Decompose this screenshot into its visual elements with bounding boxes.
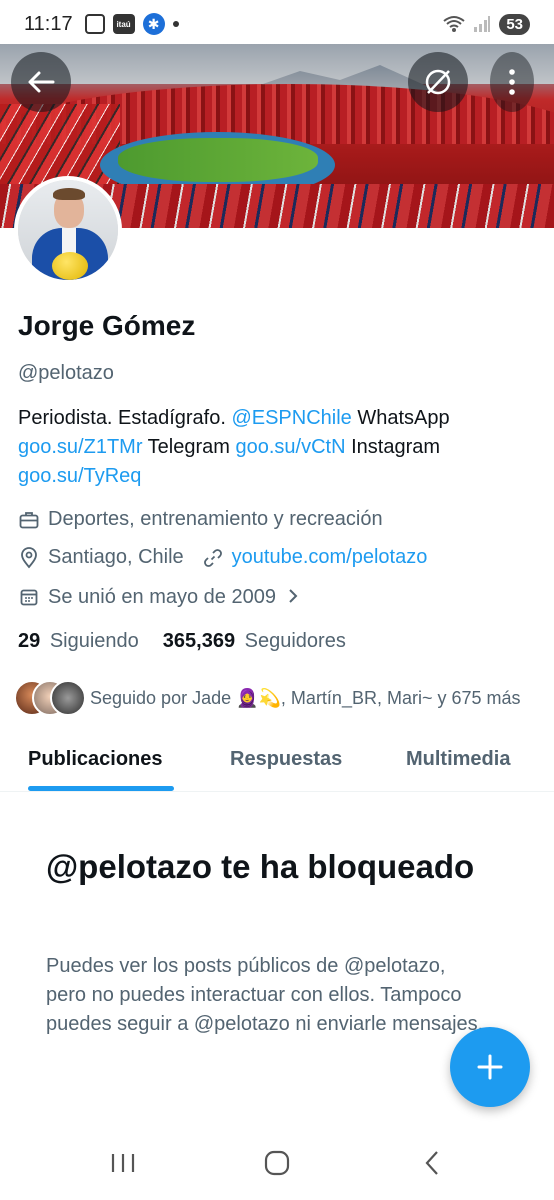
followers-link[interactable]: 365,369 Seguidores bbox=[163, 630, 346, 653]
bio-whatsapp-link[interactable]: goo.su/Z1TMr bbox=[18, 436, 142, 458]
profile-location: Santiago, Chile bbox=[48, 546, 184, 568]
avatar-ball bbox=[52, 252, 88, 280]
profile-avatar[interactable] bbox=[14, 176, 122, 284]
back-button[interactable] bbox=[11, 52, 71, 112]
more-notifications-dot-icon bbox=[172, 21, 179, 27]
profile-location-row: Santiago, Chile youtube.com/pelotazo bbox=[18, 546, 427, 569]
home-button[interactable] bbox=[264, 1150, 290, 1181]
profile-name: Jorge Gómez bbox=[18, 310, 196, 341]
blocked-description: Puedes ver los posts públicos de @pelota… bbox=[46, 955, 484, 1035]
followed-by-row[interactable]: Seguido por Jade 🧕💫, Martín_BR, Mari~ y … bbox=[14, 680, 521, 716]
profile-joined-row[interactable]: Se unió en mayo de 2009 bbox=[18, 584, 298, 610]
back-nav-button[interactable] bbox=[422, 1150, 442, 1181]
screenshot-icon bbox=[84, 14, 105, 34]
more-vertical-icon bbox=[509, 69, 515, 95]
followed-by-text: Seguido por Jade 🧕💫, Martín_BR, Mari~ y … bbox=[90, 687, 521, 708]
profile-handle: @pelotazo bbox=[18, 362, 114, 384]
bio-mention-link[interactable]: @ESPNChile bbox=[231, 407, 351, 429]
calendar-icon bbox=[18, 586, 40, 608]
profile-tabs: Publicaciones Respuestas Multimedia bbox=[0, 734, 554, 792]
followers-count: 365,369 bbox=[162, 630, 236, 652]
banner-field bbox=[118, 138, 318, 182]
follow-counts: 29 Siguiendo 365,369 Seguidores bbox=[18, 630, 346, 653]
plus-icon bbox=[477, 1054, 503, 1080]
battery-indicator: 53 bbox=[499, 13, 530, 35]
blocked-title: @pelotazo te ha bloqueado bbox=[46, 848, 475, 885]
status-time: 11:17 bbox=[24, 12, 73, 35]
chevron-right-icon bbox=[288, 584, 298, 610]
bio-text: Telegram bbox=[142, 436, 236, 458]
bio-instagram-link[interactable]: goo.su/TyReq bbox=[18, 465, 141, 487]
bio-text: Periodista. Estadígrafo. bbox=[18, 407, 232, 429]
grok-compass-icon bbox=[425, 69, 451, 95]
following-count: 29 bbox=[18, 630, 41, 652]
avatar bbox=[50, 680, 86, 716]
status-notification-icons: itaú ✱ bbox=[84, 13, 179, 35]
followed-by-avatars bbox=[14, 680, 86, 716]
compose-button[interactable] bbox=[450, 1027, 530, 1107]
bio-text: WhatsApp bbox=[351, 407, 450, 429]
profile-website-link[interactable]: youtube.com/pelotazo bbox=[232, 546, 428, 569]
profile-joined: Se unió en mayo de 2009 bbox=[48, 585, 276, 608]
recents-button[interactable] bbox=[110, 1152, 136, 1179]
more-options-button[interactable] bbox=[490, 52, 534, 112]
profile-category-row: Deportes, entrenamiento y recreación bbox=[18, 508, 383, 531]
active-tab-indicator bbox=[28, 786, 174, 791]
tab-publicaciones[interactable]: Publicaciones bbox=[28, 748, 163, 771]
grok-button[interactable] bbox=[408, 52, 468, 112]
location-pin-icon bbox=[18, 546, 40, 569]
itau-app-icon: itaú bbox=[112, 14, 135, 34]
following-label: Siguiendo bbox=[49, 630, 139, 652]
arrow-left-icon bbox=[28, 71, 55, 93]
walmart-app-icon: ✱ bbox=[142, 13, 165, 35]
banner-sky bbox=[0, 44, 554, 84]
bio-telegram-link[interactable]: goo.su/vCtN bbox=[236, 436, 346, 458]
tab-respuestas[interactable]: Respuestas bbox=[230, 748, 342, 771]
tab-multimedia[interactable]: Multimedia bbox=[406, 748, 510, 771]
signal-icon bbox=[474, 16, 491, 32]
back-chevron-icon bbox=[425, 1151, 438, 1175]
avatar-hair bbox=[53, 188, 85, 200]
home-icon bbox=[264, 1150, 290, 1176]
profile-category: Deportes, entrenamiento y recreación bbox=[48, 508, 383, 530]
wifi-icon bbox=[443, 16, 465, 32]
followers-label: Seguidores bbox=[244, 630, 346, 652]
bio-text: Instagram bbox=[345, 436, 441, 458]
following-link[interactable]: 29 Siguiendo bbox=[18, 630, 139, 653]
profile-bio: Periodista. Estadígrafo. @ESPNChile What… bbox=[18, 404, 538, 491]
link-icon bbox=[202, 547, 224, 569]
briefcase-icon bbox=[18, 509, 40, 531]
system-navigation-bar bbox=[0, 1128, 554, 1200]
status-bar: 11:17 itaú ✱ 53 bbox=[0, 0, 554, 48]
recents-icon bbox=[111, 1154, 135, 1172]
